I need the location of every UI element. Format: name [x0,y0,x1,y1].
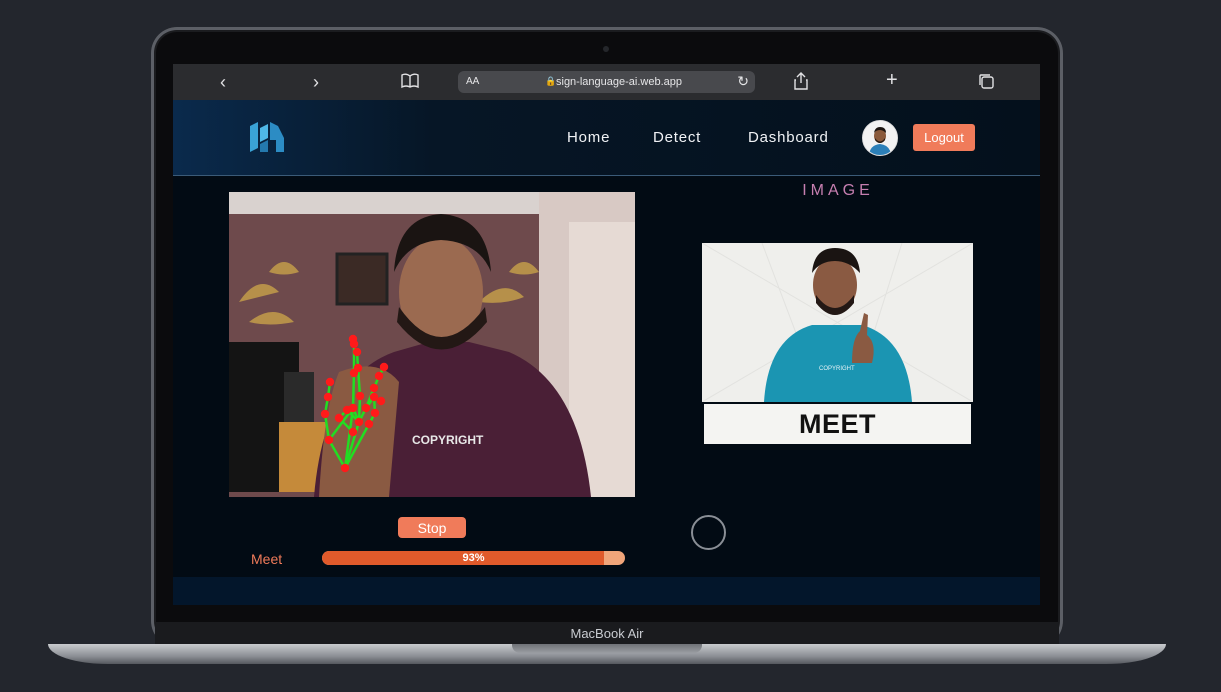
app-logo[interactable] [247,118,287,156]
record-indicator[interactable] [691,515,726,550]
landmark-point [374,371,384,381]
back-icon[interactable]: ‹ [220,72,226,92]
laptop-chin: MacBook Air [155,622,1059,644]
screen: ‹ › AA 🔒 sign-language-ai.web.app ↻ + Ho… [173,64,1040,605]
page-footer [173,577,1040,605]
landmark-link [356,367,362,397]
landmark-point [353,363,363,373]
landmark-point [379,362,389,372]
address-bar[interactable]: AA 🔒 sign-language-ai.web.app ↻ [458,71,755,93]
svg-text:COPYRIGHT: COPYRIGHT [819,366,855,372]
landmark-point [340,463,350,473]
sign-word-caption: MEET [704,404,971,444]
nav-detect-link[interactable]: Detect [653,129,701,146]
landmark-point [320,409,330,419]
text-size-button[interactable]: AA [466,76,479,87]
logout-button[interactable]: Logout [913,124,975,151]
landmark-point [323,392,333,402]
sign-reference-image: COPYRIGHT [702,243,973,402]
image-heading: IMAGE [802,182,874,199]
landmark-point [325,377,335,387]
confidence-bar: 93% [322,551,625,565]
landmark-link [351,372,356,409]
webcam-feed: COPYRIGHT [229,192,635,497]
new-tab-icon[interactable]: + [886,70,898,90]
landmark-point [355,391,365,401]
share-icon[interactable] [793,72,809,94]
reload-icon[interactable]: ↻ [737,73,749,90]
lock-icon: 🔒 [545,76,557,86]
laptop-notch [512,644,702,653]
landmark-point [342,405,352,415]
browser-toolbar: ‹ › AA 🔒 sign-language-ai.web.app ↻ + [173,64,1040,100]
forward-icon[interactable]: › [313,72,319,92]
landmark-point [334,413,344,423]
device-label: MacBook Air [570,625,644,641]
bookmarks-icon[interactable] [401,73,419,93]
landmark-point [364,419,374,429]
user-avatar[interactable] [862,120,898,156]
landmark-point [370,408,380,418]
laptop-camera [603,46,609,52]
landmark-point [361,403,371,413]
landmark-point [348,427,358,437]
landmark-point [354,417,364,427]
url-text: sign-language-ai.web.app [556,76,682,88]
nav-dashboard-link[interactable]: Dashboard [748,129,829,146]
stop-button[interactable]: Stop [398,517,466,538]
app-navbar: Home Detect Dashboard Logout [173,100,1040,176]
landmark-link [327,439,347,469]
landmark-point [348,334,358,344]
landmark-point [352,347,362,357]
hand-landmarks [320,334,389,473]
landmark-point [324,435,334,445]
prediction-label: Meet [251,551,283,567]
confidence-text: 93% [462,552,485,564]
landmark-point [369,383,379,393]
nav-home-link[interactable]: Home [567,129,610,146]
landmark-point [376,396,386,406]
tabs-overview-icon[interactable] [978,73,995,94]
